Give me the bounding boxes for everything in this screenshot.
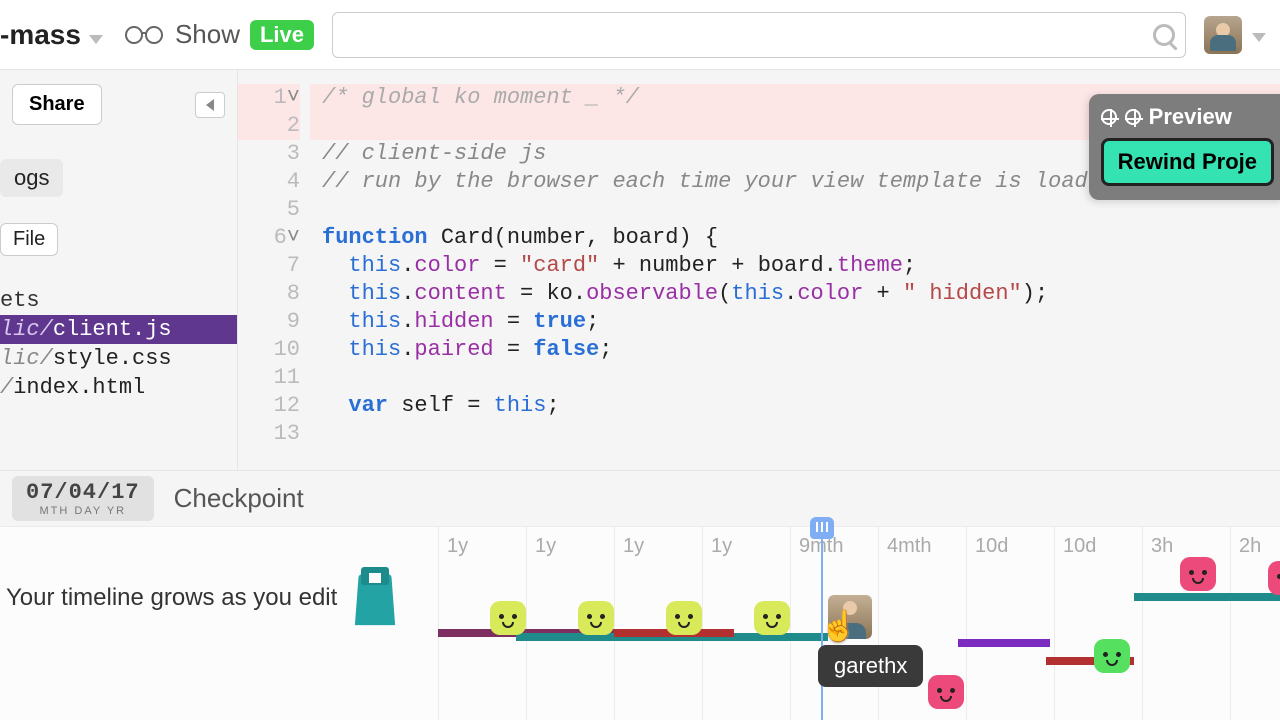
timeline-hint: Your timeline grows as you edit — [6, 573, 426, 623]
timeline-tick-label: 10d — [975, 535, 1008, 558]
timeline-date[interactable]: 07/04/17 MTH DAY YR — [12, 476, 154, 521]
timeline-header: 07/04/17 MTH DAY YR Checkpoint — [0, 470, 1280, 526]
file-item[interactable]: lic/client.js — [0, 315, 237, 344]
preview-header: Preview — [1101, 104, 1274, 130]
code-line[interactable]: this.hidden = true; — [322, 308, 1280, 336]
line-number: 2 — [238, 112, 300, 140]
live-badge: Live — [250, 20, 314, 50]
sidebar: Share ogs File ets lic/client.jslic/styl… — [0, 70, 238, 470]
checkpoint-label: Checkpoint — [174, 483, 304, 514]
date-value: 07/04/17 — [26, 480, 140, 505]
search-icon — [1153, 24, 1175, 46]
chevron-left-icon — [206, 99, 214, 111]
code-line[interactable]: this.color = "card" + number + board.the… — [322, 252, 1280, 280]
timeline-hint-text: Your timeline grows as you edit — [6, 584, 337, 612]
line-number: 1˅ — [238, 84, 300, 112]
playhead-line — [821, 537, 823, 720]
timeline[interactable]: Your timeline grows as you edit 1y 1y 1y 1y… — [0, 526, 1280, 720]
preview-title: Preview — [1149, 104, 1232, 130]
line-number: 12 — [238, 392, 300, 420]
timeline-tick-label: 1y — [623, 535, 644, 558]
glasses-icon — [121, 26, 165, 44]
timeline-tick-label: 1y — [535, 535, 556, 558]
rewind-project-button[interactable]: Rewind Proje — [1101, 138, 1274, 186]
timeline-tick-label: 1y — [447, 535, 468, 558]
new-file-button[interactable]: File — [0, 223, 58, 256]
line-number: 7 — [238, 252, 300, 280]
line-number: 8 — [238, 280, 300, 308]
timeline-marker[interactable] — [578, 601, 614, 635]
code-line[interactable]: this.paired = false; — [322, 336, 1280, 364]
timeline-tick-label: 1y — [711, 535, 732, 558]
timeline-marker[interactable] — [1268, 561, 1280, 595]
avatar — [1204, 16, 1242, 54]
project-dropdown[interactable]: -mass — [0, 19, 103, 51]
timeline-marker[interactable] — [1180, 557, 1216, 591]
timeline-tick-label: 10d — [1063, 535, 1096, 558]
timeline-marker[interactable] — [754, 601, 790, 635]
project-name: -mass — [0, 19, 81, 51]
code-line[interactable]: this.content = ko.observable(this.color … — [322, 280, 1280, 308]
user-tooltip: garethx — [818, 645, 923, 687]
timeline-marker[interactable] — [928, 675, 964, 709]
code-line[interactable]: function Card(number, board) { — [322, 224, 1280, 252]
line-number: 6˅ — [238, 224, 300, 252]
line-gutter: 1˅2 3 4 5 6˅7 8 9 10 11 12 13 — [238, 70, 310, 470]
move-icon[interactable] — [1101, 109, 1117, 125]
line-number: 10 — [238, 336, 300, 364]
chevron-down-icon — [89, 19, 103, 51]
show-toggle[interactable]: Show Live — [121, 19, 314, 50]
line-number: 5 — [238, 196, 300, 224]
top-bar: -mass Show Live — [0, 0, 1280, 70]
search-input[interactable] — [332, 12, 1186, 58]
file-item[interactable]: lic/style.css — [0, 344, 237, 373]
code-line[interactable] — [322, 420, 1280, 448]
timeline-tick-label: 2h — [1239, 535, 1261, 558]
timeline-column[interactable]: 3h — [1142, 527, 1230, 720]
file-item[interactable]: /index.html — [0, 373, 237, 402]
flag-icon — [353, 573, 397, 623]
line-number: 4 — [238, 168, 300, 196]
timeline-user-avatar[interactable] — [828, 595, 872, 639]
collapse-sidebar-button[interactable] — [195, 92, 225, 118]
date-format: MTH DAY YR — [26, 505, 140, 517]
timeline-column[interactable]: 10d — [1054, 527, 1142, 720]
line-number: 11 — [238, 364, 300, 392]
line-number: 3 — [238, 140, 300, 168]
timeline-grid[interactable]: 1y1y1y1y9mth4mth10d10d3h2h☝garethx — [438, 527, 1280, 720]
timeline-column[interactable]: 10d — [966, 527, 1054, 720]
folder[interactable]: ets — [0, 286, 237, 315]
line-number: 13 — [238, 420, 300, 448]
timeline-column[interactable]: 2h — [1230, 527, 1280, 720]
timeline-tick-label: 4mth — [887, 535, 931, 558]
timeline-tick-label: 3h — [1151, 535, 1173, 558]
code-line[interactable] — [322, 196, 1280, 224]
code-line[interactable]: var self = this; — [322, 392, 1280, 420]
move-icon[interactable] — [1125, 109, 1141, 125]
share-button[interactable]: Share — [12, 84, 102, 125]
timeline-marker[interactable] — [666, 601, 702, 635]
playhead-handle[interactable] — [810, 517, 834, 539]
timeline-marker[interactable] — [1094, 639, 1130, 673]
code-line[interactable] — [322, 364, 1280, 392]
account-menu[interactable] — [1204, 16, 1266, 54]
show-label: Show — [175, 19, 240, 50]
timeline-marker[interactable] — [490, 601, 526, 635]
chevron-down-icon — [1252, 22, 1266, 48]
file-tree: ets lic/client.jslic/style.css/index.htm… — [0, 286, 237, 402]
logs-pill[interactable]: ogs — [0, 159, 63, 197]
line-number: 9 — [238, 308, 300, 336]
timeline-track[interactable] — [1134, 593, 1280, 601]
timeline-track[interactable] — [958, 639, 1050, 647]
preview-panel: Preview Rewind Proje — [1089, 94, 1280, 200]
